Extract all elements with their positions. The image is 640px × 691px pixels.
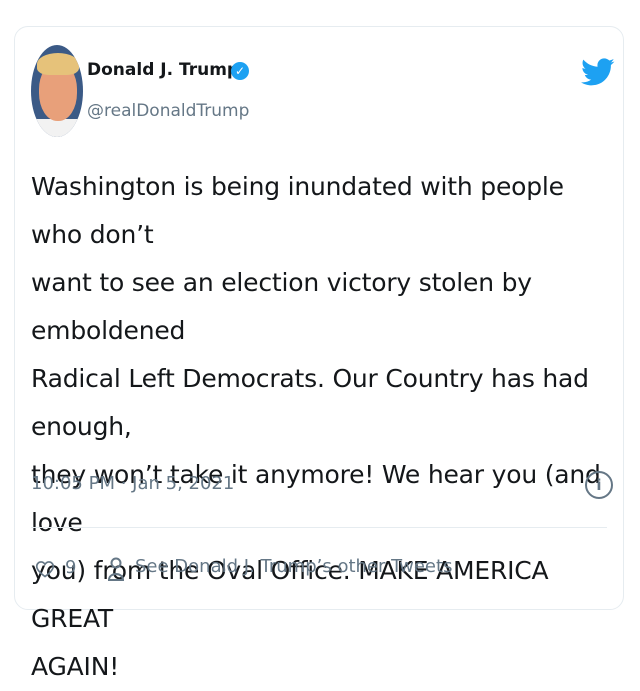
verified-badge-icon: ✓ (231, 62, 249, 80)
tweet-text: Washington is being inundated with peopl… (31, 172, 601, 681)
twitter-bird-icon[interactable] (581, 55, 615, 89)
author-handle[interactable]: @realDonaldTrump (87, 101, 249, 121)
heart-icon[interactable] (35, 559, 55, 579)
other-tweets-link[interactable]: See Donald J. Trump’s other Tweets (135, 556, 452, 577)
author-avatar[interactable] (31, 45, 83, 137)
info-icon[interactable]: i (585, 471, 613, 499)
avatar-hair (37, 53, 79, 75)
author-name[interactable]: Donald J. Trump (87, 60, 239, 80)
divider (31, 527, 607, 528)
avatar-shirt (31, 119, 83, 137)
like-count: 9 (65, 557, 77, 578)
tweet-card: Donald J. Trump ✓ @realDonaldTrump Washi… (14, 26, 624, 681)
tweet-timestamp[interactable]: 10:05 PM · Jan 5, 2021 (31, 473, 234, 494)
person-icon[interactable] (107, 556, 125, 582)
